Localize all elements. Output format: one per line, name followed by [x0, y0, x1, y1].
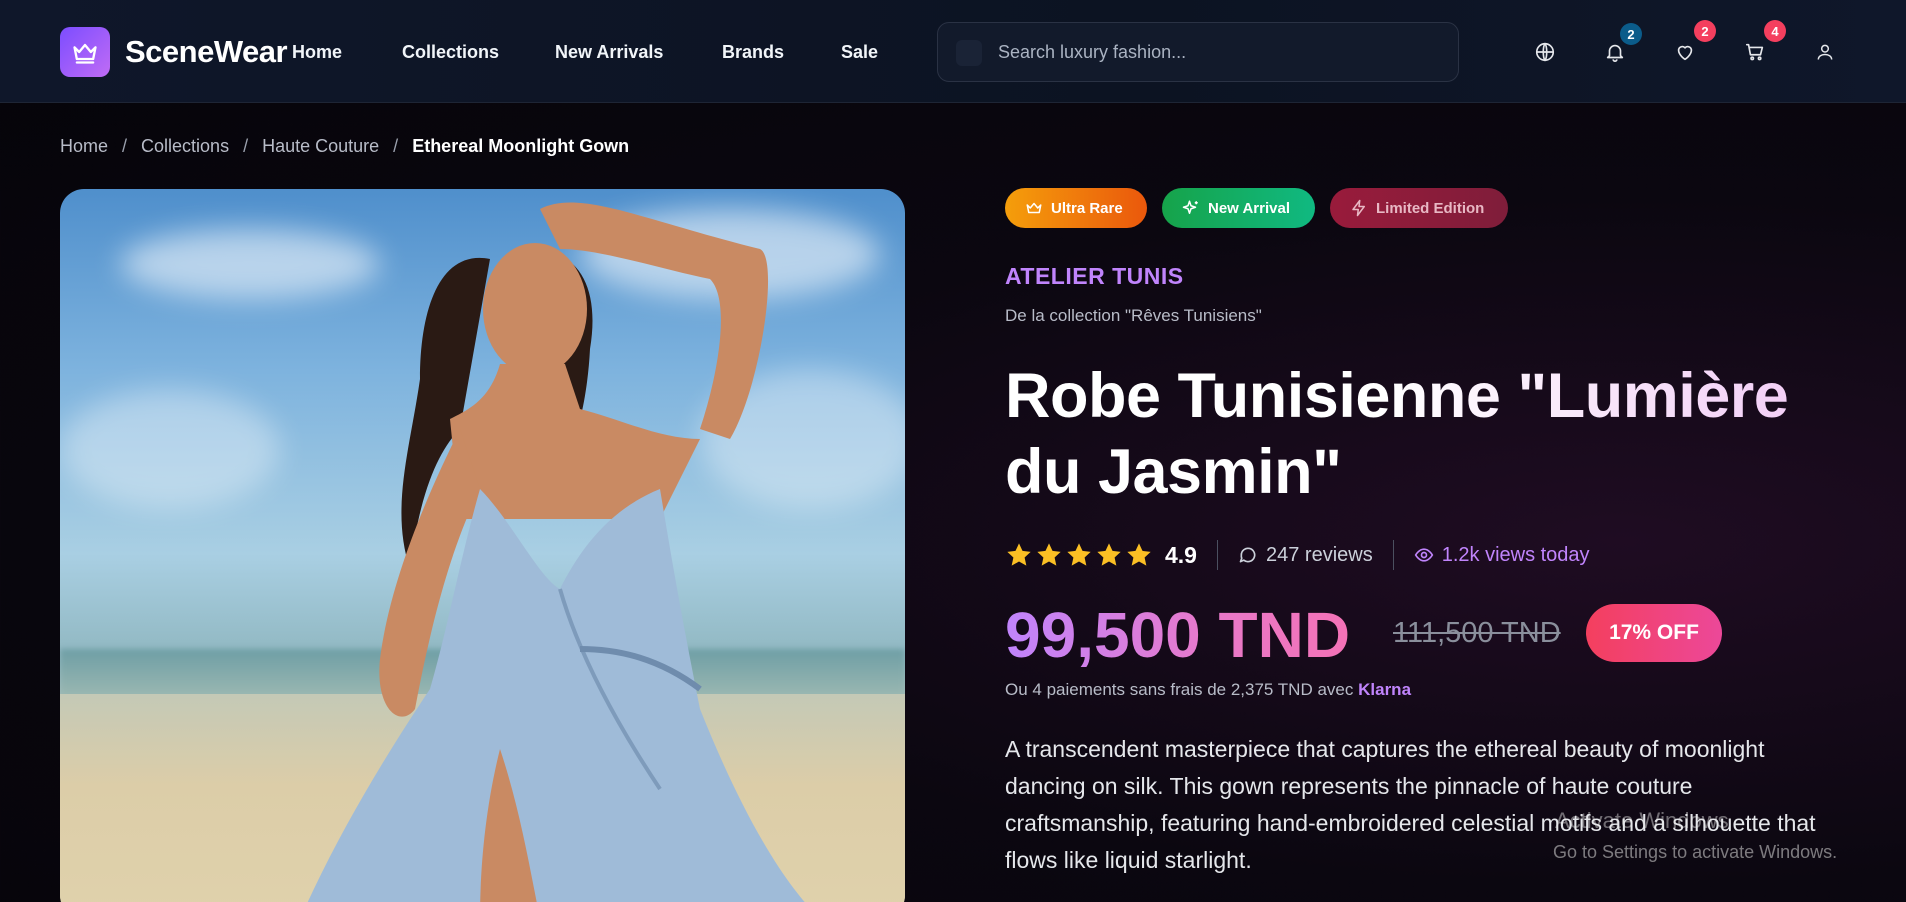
comment-icon	[1239, 547, 1256, 563]
views-today: 1.2k views today	[1441, 543, 1590, 566]
nav-new-arrivals[interactable]: New Arrivals	[555, 42, 663, 63]
crown-icon	[1026, 202, 1042, 214]
rating-value: 4.9	[1165, 541, 1197, 568]
new-arrival-badge: New Arrival	[1162, 188, 1315, 228]
search-icon	[956, 40, 982, 66]
star-icon	[1127, 543, 1151, 566]
ultra-rare-badge: Ultra Rare	[1005, 188, 1147, 228]
globe-icon[interactable]	[1531, 38, 1559, 66]
breadcrumb-separator: /	[243, 136, 249, 156]
eye-icon	[1414, 548, 1433, 562]
star-icon	[1097, 543, 1121, 566]
brand-name[interactable]: ATELIER TUNIS	[1005, 263, 1184, 290]
windows-activation-title: Activate Windows	[1555, 808, 1729, 833]
klarna-link[interactable]: Klarna	[1358, 680, 1411, 699]
cart-count-badge: 4	[1764, 20, 1786, 42]
original-price: 111,500 TND	[1393, 617, 1561, 649]
user-icon[interactable]	[1811, 38, 1839, 66]
new-arrival-label: New Arrival	[1208, 199, 1290, 217]
sparkles-icon	[1182, 200, 1198, 214]
lightning-icon	[1352, 199, 1365, 217]
breadcrumb: Home / Collections / Haute Couture / Eth…	[60, 136, 629, 157]
breadcrumb-separator: /	[122, 136, 128, 156]
discount-badge: 17% OFF	[1586, 604, 1722, 662]
star-rating	[1005, 541, 1153, 569]
limited-edition-label: Limited Edition	[1376, 199, 1485, 217]
breadcrumb-separator: /	[393, 136, 399, 156]
notification-count-badge: 2	[1620, 23, 1642, 45]
crown-logo-icon[interactable]	[60, 27, 110, 77]
divider	[1392, 540, 1394, 570]
star-icon	[1007, 543, 1031, 566]
star-icon	[1067, 543, 1091, 566]
installments-info: Ou 4 paiements sans frais de 2,375 TND a…	[1005, 680, 1411, 700]
search-input[interactable]	[998, 37, 1438, 67]
cart-icon[interactable]	[1741, 38, 1769, 66]
heart-icon[interactable]	[1671, 38, 1699, 66]
nav-collections[interactable]: Collections	[402, 42, 499, 63]
breadcrumb-home[interactable]: Home	[60, 136, 108, 157]
divider	[1216, 540, 1218, 570]
current-price: 99,500 TND	[1005, 599, 1351, 671]
breadcrumb-current: Ethereal Moonlight Gown	[412, 136, 630, 156]
top-navigation-bar: SceneWear Home Collections New Arrivals …	[0, 0, 1906, 103]
brand-logo-text[interactable]: SceneWear	[125, 34, 288, 70]
collection-name: De la collection "Rêves Tunisiens"	[1005, 306, 1262, 325]
breadcrumb-collections[interactable]: Collections	[141, 136, 229, 157]
breadcrumb-haute-couture[interactable]: Haute Couture	[262, 136, 379, 157]
reviews-link[interactable]: 247 reviews	[1266, 544, 1373, 567]
rating-row: 4.9 247 reviews 1.2k views today	[1005, 540, 1590, 570]
nav-home[interactable]: Home	[292, 42, 342, 63]
product-image[interactable]	[60, 189, 905, 902]
limited-edition-badge: Limited Edition	[1330, 188, 1508, 228]
nav-brands[interactable]: Brands	[722, 42, 784, 63]
wishlist-count-badge: 2	[1694, 20, 1716, 42]
windows-activation-subtitle: Go to Settings to activate Windows.	[1553, 842, 1838, 862]
star-icon	[1037, 543, 1061, 566]
product-title: Robe Tunisienne "Lumière du Jasmin"	[1005, 358, 1845, 510]
ultra-rare-label: Ultra Rare	[1051, 199, 1123, 217]
search-bar[interactable]	[937, 22, 1459, 82]
nav-sale[interactable]: Sale	[841, 42, 878, 63]
installments-text: Ou 4 paiements sans frais de 2,375 TND a…	[1005, 680, 1354, 699]
